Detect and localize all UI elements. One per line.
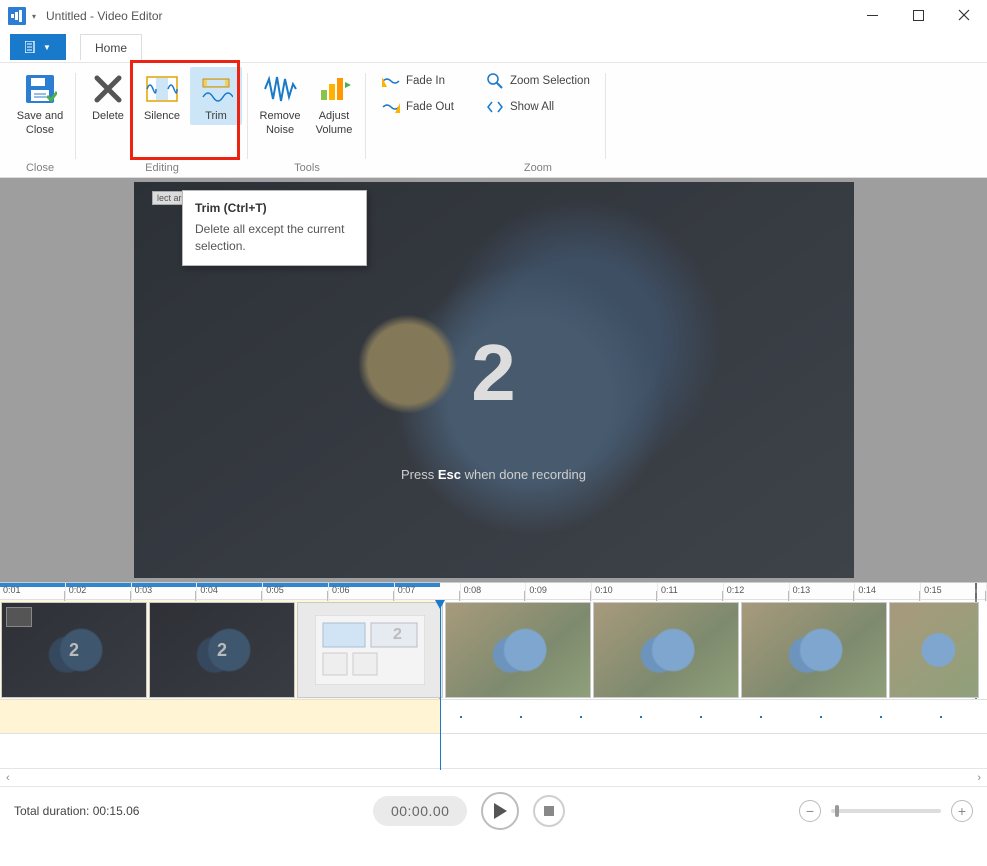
tick-label: 0:02 — [69, 585, 87, 595]
trim-icon — [197, 71, 235, 107]
fade-out-icon — [382, 99, 400, 115]
tick-label: 0:06 — [332, 585, 350, 595]
tick-label: 0:14 — [858, 585, 876, 595]
show-all-label: Show All — [510, 101, 554, 113]
tick-label: 0:09 — [529, 585, 547, 595]
tick-label: 0:10 — [595, 585, 613, 595]
timeline-thumbnail[interactable] — [889, 602, 979, 698]
remove-noise-icon — [261, 71, 299, 107]
delete-button[interactable]: Delete — [82, 67, 134, 125]
zoom-selection-label: Zoom Selection — [510, 75, 590, 87]
trim-button[interactable]: Trim — [190, 67, 242, 125]
tick-label: 0:07 — [398, 585, 416, 595]
scroll-right-icon[interactable]: › — [977, 772, 981, 784]
ribbon-group-label: Tools — [254, 162, 360, 174]
tab-row: ▼ Home — [0, 32, 987, 62]
timeline-thumbnail[interactable] — [445, 602, 591, 698]
video-track[interactable]: 2 2 2 — [0, 600, 987, 700]
delete-icon — [89, 71, 127, 107]
adjust-volume-button[interactable]: Adjust Volume — [308, 67, 360, 139]
tab-home[interactable]: Home — [80, 34, 142, 60]
silence-button[interactable]: Silence — [136, 67, 188, 125]
total-duration: Total duration: 00:15.06 — [14, 804, 139, 818]
status-bar: Total duration: 00:15.06 00:00.00 − + — [0, 786, 987, 834]
save-icon — [21, 71, 59, 107]
preview-area-wrapper: 2 Press Esc when done recording — [0, 178, 987, 582]
svg-text:2: 2 — [393, 626, 402, 643]
show-all-button[interactable]: Show All — [482, 95, 594, 119]
zoom-control: − + — [799, 800, 973, 822]
silence-icon — [143, 71, 181, 107]
ribbon-group-editing: Delete Silence Trim Editing — [76, 65, 248, 177]
zoom-selection-icon — [486, 73, 504, 89]
close-button[interactable] — [941, 0, 987, 30]
show-all-icon — [486, 99, 504, 115]
ribbon: Save and Close Close Delete Silence Trim… — [0, 62, 987, 178]
zoom-selection-button[interactable]: Zoom Selection — [482, 69, 594, 93]
play-button[interactable] — [481, 792, 519, 830]
fade-in-label: Fade In — [406, 75, 445, 87]
audio-selection-range — [0, 700, 440, 733]
fade-out-label: Fade Out — [406, 101, 454, 113]
qat-customize-icon[interactable]: ▾ — [32, 12, 36, 21]
ribbon-group-fade: Fade In Fade Out — [366, 65, 470, 177]
trim-tooltip: Trim (Ctrl+T) Delete all except the curr… — [182, 190, 367, 266]
tick-label: 0:13 — [793, 585, 811, 595]
application-menu-button[interactable]: ▼ — [10, 34, 66, 60]
fade-in-button[interactable]: Fade In — [378, 69, 458, 93]
fade-out-button[interactable]: Fade Out — [378, 95, 458, 119]
timeline-ruler[interactable]: 0:01 0:02 0:03 0:04 0:05 0:06 0:07 0:08 … — [0, 582, 987, 600]
audio-track[interactable] — [0, 700, 987, 734]
countdown-number: 2 — [471, 327, 516, 419]
minimize-button[interactable] — [849, 0, 895, 30]
window-title: Untitled - Video Editor — [46, 9, 163, 23]
scroll-left-icon[interactable]: ‹ — [6, 772, 10, 784]
ribbon-group-tools: Remove Noise Adjust Volume Tools — [248, 65, 366, 177]
stop-button[interactable] — [533, 795, 565, 827]
timeline-thumbnail[interactable]: 2 — [149, 602, 295, 698]
audio-waveform — [460, 716, 977, 718]
current-time-display: 00:00.00 — [373, 796, 468, 826]
tick-label: 0:08 — [464, 585, 482, 595]
tick-label: 0:15 — [924, 585, 942, 595]
save-and-close-button[interactable]: Save and Close — [10, 67, 70, 139]
timeline-thumbnail[interactable]: 2 — [1, 602, 147, 698]
timeline-scrollbar[interactable]: ‹ › — [0, 768, 987, 786]
ribbon-group-label: Zoom — [476, 162, 600, 174]
timeline-thumbnail[interactable]: 2 — [297, 602, 443, 698]
maximize-button[interactable] — [895, 0, 941, 30]
app-icon — [8, 7, 26, 25]
tick-label: 0:11 — [661, 585, 678, 595]
zoom-slider[interactable] — [831, 809, 941, 813]
zoom-out-button[interactable]: − — [799, 800, 821, 822]
aux-track[interactable] — [0, 734, 987, 768]
tooltip-title: Trim (Ctrl+T) — [195, 201, 354, 215]
recording-hint: Press Esc when done recording — [401, 467, 586, 482]
tick-label: 0:01 — [3, 585, 21, 595]
ribbon-group-label: Close — [10, 162, 70, 174]
ribbon-group-label: Editing — [82, 162, 242, 174]
ribbon-group-zoom: Zoom Selection Show All Zoom — [470, 65, 606, 177]
timeline: 0:01 0:02 0:03 0:04 0:05 0:06 0:07 0:08 … — [0, 582, 987, 786]
zoom-in-button[interactable]: + — [951, 800, 973, 822]
tick-label: 0:03 — [135, 585, 153, 595]
tick-label: 0:04 — [200, 585, 218, 595]
titlebar: ▾ Untitled - Video Editor — [0, 0, 987, 32]
remove-noise-button[interactable]: Remove Noise — [254, 67, 306, 139]
tooltip-body: Delete all except the current selection. — [195, 221, 354, 255]
timeline-thumbnail[interactable] — [593, 602, 739, 698]
timeline-tracks: 2 2 2 — [0, 600, 987, 768]
tick-label: 0:05 — [266, 585, 284, 595]
tick-label: 0:12 — [727, 585, 745, 595]
fade-in-icon — [382, 73, 400, 89]
timeline-thumbnail[interactable] — [741, 602, 887, 698]
adjust-volume-icon — [315, 71, 353, 107]
ribbon-group-close: Save and Close Close — [4, 65, 76, 177]
